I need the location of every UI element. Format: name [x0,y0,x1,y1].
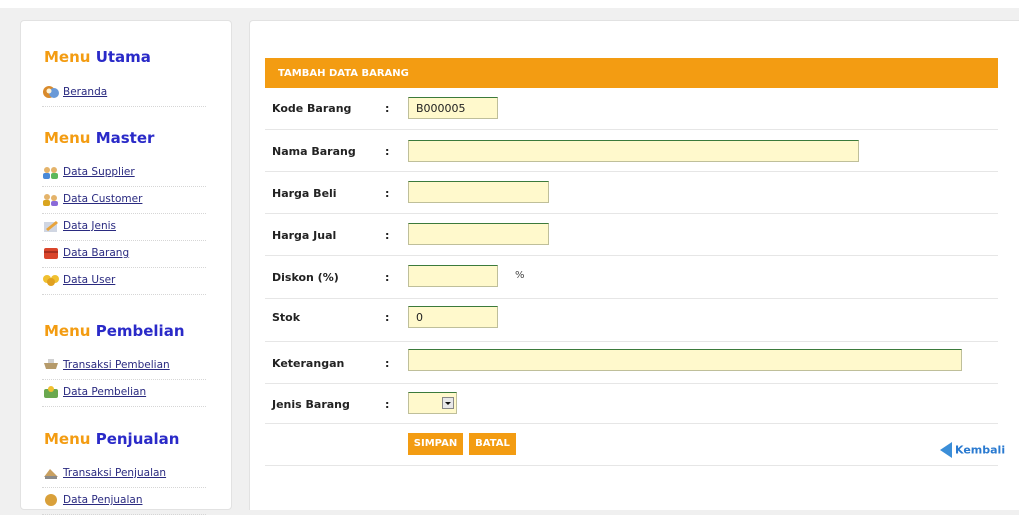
percent-suffix: % [515,270,525,281]
colon: : [385,145,390,158]
sidebar-item-beranda[interactable]: Beranda [42,80,206,107]
sidebar: Menu Utama Beranda Menu Master Data Supp… [20,20,232,515]
harga-beli-input[interactable] [408,181,549,203]
top-strip [0,0,1019,8]
users-icon [43,275,59,286]
form-header: TAMBAH DATA BARANG [265,58,998,88]
category-icon [44,221,58,232]
menu-title-penjualan: Menu Penjualan [44,430,180,448]
kembali-link[interactable]: Kembali [940,442,1005,458]
batal-button[interactable]: BATAL [469,433,516,455]
main-panel: TAMBAH DATA BARANG Kode Barang : B000005… [249,20,1019,510]
sales-icon [44,469,58,479]
menu-title-pembelian: Menu Pembelian [44,322,185,340]
label-nama-barang: Nama Barang [272,145,356,158]
menu-title-utama: Menu Utama [44,48,151,66]
back-arrow-icon [940,442,952,458]
row-harga-beli: Harga Beli : [265,172,998,214]
row-keterangan: Keterangan : [265,342,998,384]
sidebar-item-data-user[interactable]: Data User [42,268,206,295]
row-nama-barang: Nama Barang : [265,130,998,172]
diskon-input[interactable] [408,265,498,287]
menu-title-master: Menu Master [44,129,155,147]
colon: : [385,311,390,324]
row-diskon: Diskon (%) : % [265,256,998,299]
purchase-icon [44,386,58,398]
colon: : [385,229,390,242]
colon: : [385,271,390,284]
keterangan-input[interactable] [408,349,962,371]
nama-barang-input[interactable] [408,140,859,162]
colon: : [385,398,390,411]
colon: : [385,357,390,370]
sidebar-item-data-supplier[interactable]: Data Supplier [42,160,206,187]
colon: : [385,187,390,200]
label-kode-barang: Kode Barang [272,102,352,115]
stok-input[interactable]: 0 [408,306,498,328]
sidebar-item-data-barang[interactable]: Data Barang [42,241,206,268]
sidebar-item-transaksi-pembelian[interactable]: Transaksi Pembelian [42,353,206,380]
colon: : [385,102,390,115]
row-kode-barang: Kode Barang : B000005 [265,88,998,130]
sidebar-item-data-pembelian[interactable]: Data Pembelian [42,380,206,407]
label-keterangan: Keterangan [272,357,345,370]
row-harga-jual: Harga Jual : [265,214,998,256]
row-stok: Stok : 0 [265,299,998,342]
label-stok: Stok [272,311,301,324]
kode-barang-input[interactable]: B000005 [408,97,498,119]
sidebar-item-data-jenis[interactable]: Data Jenis [42,214,206,241]
label-diskon: Diskon (%) [272,271,339,284]
box-icon [44,248,58,259]
home-icon [43,86,59,98]
row-buttons: SIMPAN BATAL [265,424,998,466]
supplier-icon [43,167,58,179]
jenis-barang-select[interactable] [408,392,457,414]
label-harga-jual: Harga Jual [272,229,337,242]
harga-jual-input[interactable] [408,223,549,245]
sales-data-icon [45,494,57,506]
sidebar-item-data-penjualan[interactable]: Data Penjualan [42,488,206,515]
label-jenis-barang: Jenis Barang [272,398,350,411]
simpan-button[interactable]: SIMPAN [408,433,463,455]
row-jenis-barang: Jenis Barang : [265,384,998,424]
customer-icon [43,194,58,206]
sidebar-item-transaksi-penjualan[interactable]: Transaksi Penjualan [42,461,206,488]
sidebar-item-data-customer[interactable]: Data Customer [42,187,206,214]
label-harga-beli: Harga Beli [272,187,337,200]
cart-icon [44,359,58,369]
chevron-down-icon[interactable] [442,397,454,409]
